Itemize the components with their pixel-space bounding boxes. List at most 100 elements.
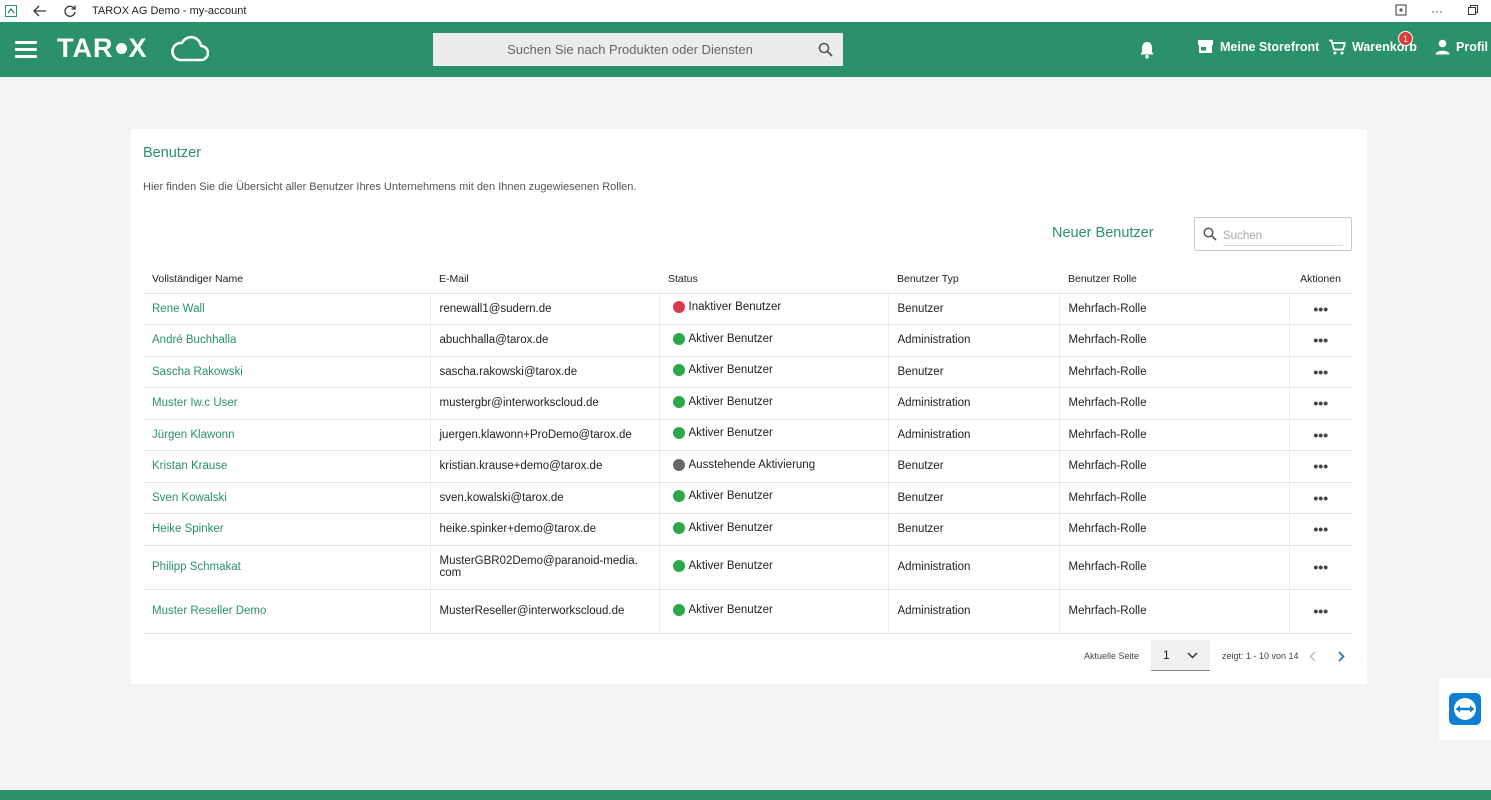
user-type: Administration bbox=[888, 545, 1060, 590]
search-icon[interactable] bbox=[807, 33, 843, 66]
more-icon[interactable]: ··· bbox=[1419, 4, 1455, 18]
status-badge: Aktiver Benutzer bbox=[669, 521, 773, 534]
more-actions-icon[interactable]: ••• bbox=[1313, 364, 1328, 380]
column-header-email[interactable]: E-Mail bbox=[430, 266, 659, 294]
global-search bbox=[433, 33, 843, 66]
more-actions-icon[interactable]: ••• bbox=[1313, 458, 1328, 474]
column-header-name[interactable]: Vollständiger Name bbox=[143, 266, 430, 294]
user-role: Mehrfach-Rolle bbox=[1059, 356, 1290, 388]
table-row[interactable]: Kristan Krause kristian.krause+demo@tarox… bbox=[143, 450, 1352, 483]
menu-icon[interactable] bbox=[15, 41, 37, 58]
user-name-link[interactable]: Muster Iw.c User bbox=[143, 387, 431, 420]
user-name-link[interactable]: Kristan Krause bbox=[143, 450, 431, 483]
user-email: heike.spinker+demo@tarox.de bbox=[430, 513, 660, 546]
column-header-status[interactable]: Status bbox=[659, 266, 888, 294]
cart-icon bbox=[1329, 39, 1346, 55]
status-label: Aktiver Benutzer bbox=[688, 603, 773, 616]
user-type: Administration bbox=[888, 387, 1060, 420]
page-select-value: 1 bbox=[1163, 648, 1170, 662]
app-header: TAR X Meine Storefront Warenkorb 1 Profi… bbox=[0, 22, 1491, 77]
status-label: Aktiver Benutzer bbox=[688, 490, 773, 503]
table-row[interactable]: Philipp Schmakat MusterGBR02Demo@paranoid… bbox=[143, 545, 1352, 590]
user-name-link[interactable]: Heike Spinker bbox=[143, 513, 431, 546]
user-type: Administration bbox=[888, 324, 1060, 357]
prev-page-button[interactable] bbox=[1305, 648, 1319, 664]
more-actions-icon[interactable]: ••• bbox=[1313, 332, 1328, 348]
footer-bar bbox=[0, 790, 1491, 800]
restore-icon[interactable] bbox=[1455, 4, 1491, 18]
status-badge: Ausstehende Aktivierung bbox=[669, 458, 816, 471]
user-email: renewall1@sudern.de bbox=[430, 293, 660, 325]
storefront-label: Meine Storefront bbox=[1220, 39, 1320, 54]
remote-support-widget[interactable] bbox=[1439, 678, 1491, 740]
status-badge: Aktiver Benutzer bbox=[669, 332, 773, 345]
back-arrow-icon[interactable] bbox=[32, 3, 48, 19]
status-dot-icon bbox=[672, 301, 685, 314]
status-dot-icon bbox=[672, 427, 685, 440]
storefront-link[interactable]: Meine Storefront bbox=[1197, 39, 1319, 54]
app-share-icon[interactable] bbox=[1383, 4, 1419, 19]
status-label: Aktiver Benutzer bbox=[688, 364, 773, 377]
user-name-link[interactable]: André Buchhalla bbox=[143, 324, 431, 357]
column-header-rolle[interactable]: Benutzer Rolle bbox=[1059, 266, 1289, 294]
page-select[interactable]: 1 bbox=[1151, 640, 1210, 671]
user-email: sascha.rakowski@tarox.de bbox=[430, 356, 660, 388]
status-label: Aktiver Benutzer bbox=[688, 559, 773, 572]
window-controls: ··· bbox=[1383, 0, 1491, 22]
profile-link[interactable]: Profil bbox=[1435, 39, 1488, 55]
table-row[interactable]: Heike Spinker heike.spinker+demo@tarox.de… bbox=[143, 513, 1352, 546]
user-email: sven.kowalski@tarox.de bbox=[430, 482, 660, 514]
status-dot-icon bbox=[672, 332, 685, 345]
user-search bbox=[1194, 217, 1352, 251]
user-status: Aktiver Benutzer bbox=[659, 324, 889, 357]
user-type: Administration bbox=[888, 589, 1060, 634]
more-actions-icon[interactable]: ••• bbox=[1313, 395, 1328, 411]
table-row[interactable]: André Buchhalla abuchhalla@tarox.de Aktive… bbox=[143, 324, 1352, 357]
table-row[interactable]: Muster Iw.c User mustergbr@interworksclou… bbox=[143, 387, 1352, 420]
refresh-icon[interactable] bbox=[62, 3, 78, 19]
column-header-typ[interactable]: Benutzer Typ bbox=[888, 266, 1059, 294]
global-search-input[interactable] bbox=[433, 33, 807, 66]
user-type: Benutzer bbox=[888, 293, 1060, 325]
users-table: Vollständiger Name E-Mail Status Benutze… bbox=[143, 266, 1352, 634]
table-row[interactable]: Jürgen Klawonn juergen.klawonn+ProDemo@ta… bbox=[143, 419, 1352, 451]
more-actions-icon[interactable]: ••• bbox=[1313, 521, 1328, 537]
new-user-button[interactable]: Neuer Benutzer bbox=[1052, 225, 1154, 241]
more-actions-icon[interactable]: ••• bbox=[1313, 427, 1328, 443]
table-row[interactable]: Muster Reseller Demo MusterReseller@inter… bbox=[143, 589, 1352, 634]
user-role: Mehrfach-Rolle bbox=[1059, 324, 1290, 357]
status-badge: Aktiver Benutzer bbox=[669, 559, 773, 572]
more-actions-icon[interactable]: ••• bbox=[1313, 603, 1328, 619]
cloud-logo-icon bbox=[171, 35, 209, 62]
table-row[interactable]: Sven Kowalski sven.kowalski@tarox.de Aktiv… bbox=[143, 482, 1352, 514]
status-dot-icon bbox=[672, 603, 685, 616]
user-name-link[interactable]: Muster Reseller Demo bbox=[143, 589, 431, 634]
users-card: Benutzer Hier finden Sie die Übersicht a… bbox=[131, 129, 1367, 684]
more-actions-icon[interactable]: ••• bbox=[1313, 559, 1328, 575]
next-page-button[interactable] bbox=[1334, 648, 1348, 664]
user-name-link[interactable]: Rene Wall bbox=[143, 293, 431, 325]
profile-label: Profil bbox=[1456, 40, 1488, 54]
status-badge: Inaktiver Benutzer bbox=[669, 301, 781, 314]
status-label: Ausstehende Aktivierung bbox=[688, 458, 816, 471]
page-title: Benutzer bbox=[143, 145, 202, 161]
logo-text-right: X bbox=[128, 33, 148, 63]
user-name-link[interactable]: Jürgen Klawonn bbox=[143, 419, 431, 451]
user-status: Aktiver Benutzer bbox=[659, 545, 889, 590]
table-row[interactable]: Rene Wall renewall1@sudern.de Inaktiver Be… bbox=[143, 293, 1352, 325]
row-actions: ••• bbox=[1289, 419, 1352, 451]
user-name-link[interactable]: Sven Kowalski bbox=[143, 482, 431, 514]
user-role: Mehrfach-Rolle bbox=[1059, 419, 1290, 451]
bell-icon[interactable] bbox=[1138, 40, 1156, 60]
row-actions: ••• bbox=[1289, 589, 1352, 634]
more-actions-icon[interactable]: ••• bbox=[1313, 301, 1328, 317]
user-name-link[interactable]: Sascha Rakowski bbox=[143, 356, 431, 388]
more-actions-icon[interactable]: ••• bbox=[1313, 490, 1328, 506]
table-row[interactable]: Sascha Rakowski sascha.rakowski@tarox.de A… bbox=[143, 356, 1352, 388]
user-search-input[interactable] bbox=[1223, 226, 1343, 246]
user-name-link[interactable]: Philipp Schmakat bbox=[143, 545, 431, 590]
status-label: Aktiver Benutzer bbox=[688, 332, 773, 345]
user-role: Mehrfach-Rolle bbox=[1059, 450, 1290, 483]
tarox-logo[interactable]: TAR X bbox=[57, 33, 148, 64]
current-page-label: Aktuelle Seite bbox=[1084, 651, 1140, 661]
